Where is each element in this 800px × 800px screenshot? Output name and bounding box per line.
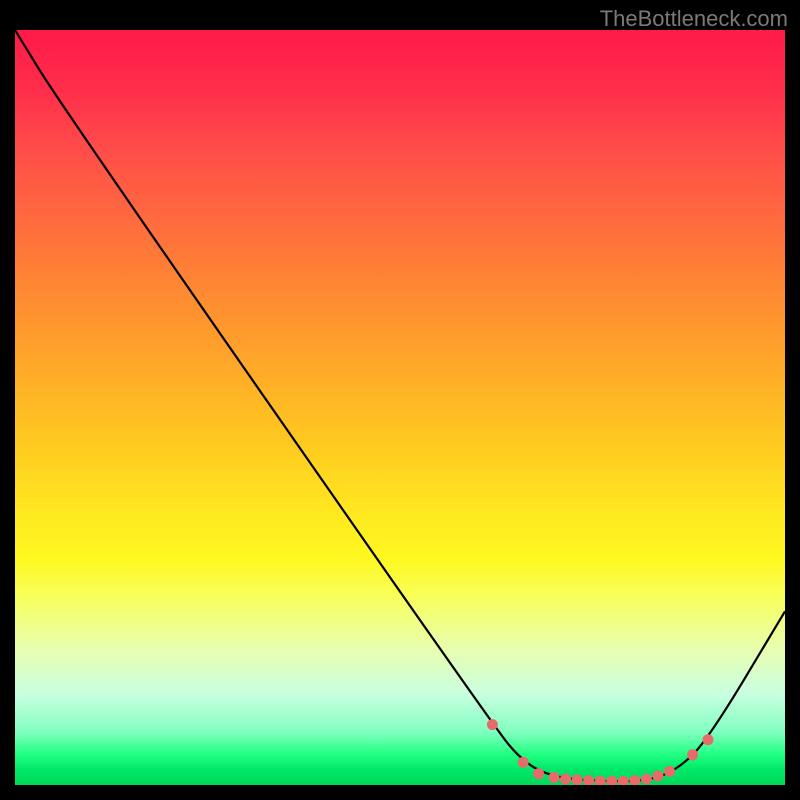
curve-marker <box>687 749 698 760</box>
curve-marker <box>703 734 714 745</box>
chart-container <box>15 30 785 785</box>
curve-marker <box>533 768 544 779</box>
curve-marker <box>560 773 571 784</box>
bottleneck-curve <box>15 30 785 781</box>
curve-marker <box>618 776 629 785</box>
curve-marker <box>518 757 529 768</box>
curve-marker <box>595 776 606 785</box>
curve-marker <box>664 766 675 777</box>
curve-marker <box>487 719 498 730</box>
curve-marker <box>606 776 617 785</box>
curve-marker <box>641 773 652 784</box>
curve-marker <box>572 774 583 785</box>
curve-markers <box>487 719 714 785</box>
chart-svg <box>15 30 785 785</box>
curve-marker <box>629 775 640 785</box>
curve-marker <box>583 775 594 785</box>
attribution-text: TheBottleneck.com <box>600 6 788 32</box>
curve-marker <box>652 770 663 781</box>
curve-marker <box>549 772 560 783</box>
